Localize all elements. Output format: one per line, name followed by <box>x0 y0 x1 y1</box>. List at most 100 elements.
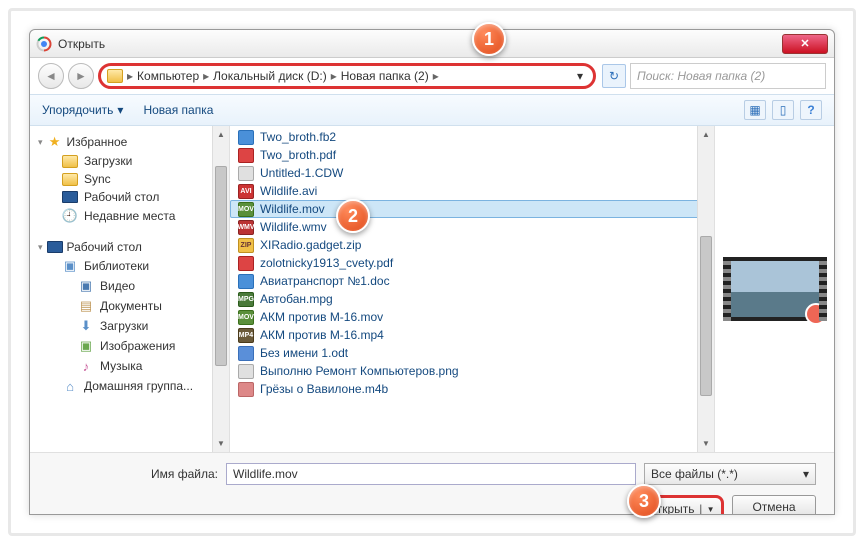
sidebar-item-homegroup[interactable]: ⌂Домашняя группа... <box>34 376 225 396</box>
file-item[interactable]: AVIWildlife.avi <box>230 182 714 200</box>
sidebar-item-libraries[interactable]: ▣Библиотеки <box>34 256 225 276</box>
filename-input[interactable] <box>226 463 636 485</box>
file-name: zolotnicky1913_cvety.pdf <box>260 256 393 270</box>
desktop-header[interactable]: ▾Рабочий стол <box>34 238 225 256</box>
file-item[interactable]: MOV АКМ против М-16.mov <box>230 308 714 326</box>
navigation-pane: ▾★Избранное Загрузки Sync Рабочий стол 🕘… <box>30 126 230 452</box>
search-input[interactable]: Поиск: Новая папка (2) <box>630 63 826 89</box>
scroll-thumb[interactable] <box>700 236 712 396</box>
file-item[interactable]: Two_broth.pdf <box>230 146 714 164</box>
star-icon: ★ <box>47 134 63 150</box>
file-name: Wildlife.mov <box>260 202 325 216</box>
sidebar-item-downloads[interactable]: Загрузки <box>34 152 225 170</box>
forward-button[interactable]: ► <box>68 63 94 89</box>
file-name: Выполню Ремонт Компьютеров.png <box>260 364 459 378</box>
callout-3: 3 <box>627 484 661 518</box>
sidebar-scrollbar[interactable]: ▲ ▼ <box>212 126 229 452</box>
file-icon: MPG <box>238 292 254 307</box>
cancel-button[interactable]: Отмена <box>732 495 816 515</box>
close-button[interactable]: ✕ <box>782 34 828 54</box>
view-mode-button[interactable]: ▦ <box>744 100 766 120</box>
callout-1: 1 <box>472 22 506 56</box>
favorites-header[interactable]: ▾★Избранное <box>34 132 225 152</box>
file-name: XIRadio.gadget.zip <box>260 238 361 252</box>
filename-label: Имя файла: <box>48 467 218 481</box>
footer: Имя файла: Все файлы (*.*)▾ Открыть▏▼ От… <box>30 452 834 515</box>
scroll-thumb[interactable] <box>215 166 227 366</box>
view-controls: ▦ ▯ ? <box>744 100 822 120</box>
organize-menu[interactable]: Упорядочить▾ <box>42 103 123 117</box>
file-item[interactable]: MOVWildlife.mov <box>230 200 714 218</box>
file-list[interactable]: Two_broth.fb2 Two_broth.pdf Untitled-1.CDW… <box>230 126 714 452</box>
sidebar-item-downloads[interactable]: ⬇Загрузки <box>34 316 225 336</box>
chevron-right-icon: ▸ <box>431 69 441 83</box>
chevron-down-icon: ▾ <box>38 137 43 148</box>
new-folder-button[interactable]: Новая папка <box>143 103 213 117</box>
scroll-down-icon[interactable]: ▼ <box>213 435 229 452</box>
file-item[interactable]: zolotnicky1913_cvety.pdf <box>230 254 714 272</box>
file-name: Wildlife.wmv <box>260 220 327 234</box>
sidebar-item-recent[interactable]: 🕘Недавние места <box>34 206 225 226</box>
scroll-up-icon[interactable]: ▲ <box>213 126 229 143</box>
file-icon <box>238 148 254 163</box>
sidebar-item-sync[interactable]: Sync <box>34 170 225 188</box>
folder-icon <box>62 155 78 168</box>
sidebar-item-music[interactable]: ♪Музыка <box>34 356 225 376</box>
back-button[interactable]: ◄ <box>38 63 64 89</box>
refresh-button[interactable]: ↻ <box>602 64 626 88</box>
breadcrumb-folder[interactable]: Новая папка (2) <box>341 69 429 83</box>
chevron-right-icon: ▸ <box>201 69 211 83</box>
file-type-dropdown[interactable]: Все файлы (*.*)▾ <box>644 463 816 485</box>
file-item[interactable]: Untitled-1.CDW <box>230 164 714 182</box>
file-name: Untitled-1.CDW <box>260 166 343 180</box>
desktop-icon <box>47 241 63 253</box>
file-icon: MOV <box>238 310 254 325</box>
file-item[interactable]: Выполню Ремонт Компьютеров.png <box>230 362 714 380</box>
breadcrumb-drive[interactable]: Локальный диск (D:) <box>213 69 327 83</box>
chevron-down-icon[interactable]: ▾ <box>573 69 587 83</box>
desktop-icon <box>62 191 78 203</box>
preview-pane <box>714 126 834 452</box>
file-item[interactable]: Two_broth.fb2 <box>230 128 714 146</box>
file-item[interactable]: MP4АКМ против М-16.mp4 <box>230 326 714 344</box>
chevron-right-icon: ▸ <box>125 69 135 83</box>
file-icon <box>238 130 254 145</box>
file-icon: ZIP <box>238 238 254 253</box>
sidebar-item-video[interactable]: ▣Видео <box>34 276 225 296</box>
sidebar-item-docs[interactable]: ▤Документы <box>34 296 225 316</box>
music-icon: ♪ <box>78 358 94 374</box>
breadcrumb-computer[interactable]: Компьютер <box>137 69 199 83</box>
file-item[interactable]: Авиатранспорт №1.doc <box>230 272 714 290</box>
file-name: Грёзы о Вавилоне.m4b <box>260 382 388 396</box>
preview-pane-button[interactable]: ▯ <box>772 100 794 120</box>
file-icon <box>238 364 254 379</box>
folder-icon <box>107 69 123 83</box>
file-item[interactable]: MPGАвтобан.mpg <box>230 290 714 308</box>
file-icon: AVI <box>238 184 254 199</box>
file-icon: MP4 <box>238 328 254 343</box>
file-icon <box>238 256 254 271</box>
scroll-down-icon[interactable]: ▼ <box>698 435 714 452</box>
file-name: Two_broth.pdf <box>260 148 336 162</box>
file-icon <box>238 166 254 181</box>
file-name: Без имени 1.odt <box>260 346 348 360</box>
file-name: АКМ против М-16.mov <box>260 310 383 324</box>
split-arrow-icon: ▏▼ <box>701 505 715 514</box>
file-name: Авиатранспорт №1.doc <box>260 274 390 288</box>
sidebar-item-desktop[interactable]: Рабочий стол <box>34 188 225 206</box>
file-item[interactable]: Грёзы о Вавилоне.m4b <box>230 380 714 398</box>
scroll-up-icon[interactable]: ▲ <box>698 126 714 143</box>
sidebar-item-images[interactable]: ▣Изображения <box>34 336 225 356</box>
chevron-down-icon: ▾ <box>38 242 43 253</box>
file-item[interactable]: WMVWildlife.wmv <box>230 218 714 236</box>
chevron-down-icon: ▾ <box>117 103 123 117</box>
help-button[interactable]: ? <box>800 100 822 120</box>
address-bar[interactable]: ▸ Компьютер ▸ Локальный диск (D:) ▸ Нова… <box>98 63 596 89</box>
file-item[interactable]: Без имени 1.odt <box>230 344 714 362</box>
download-icon: ⬇ <box>78 318 94 334</box>
file-item[interactable]: ZIP XIRadio.gadget.zip <box>230 236 714 254</box>
file-name: Two_broth.fb2 <box>260 130 336 144</box>
open-file-dialog: Открыть ✕ ◄ ► ▸ Компьютер ▸ Локальный ди… <box>29 29 835 515</box>
file-icon <box>238 346 254 361</box>
filelist-scrollbar[interactable]: ▲ ▼ <box>697 126 714 452</box>
